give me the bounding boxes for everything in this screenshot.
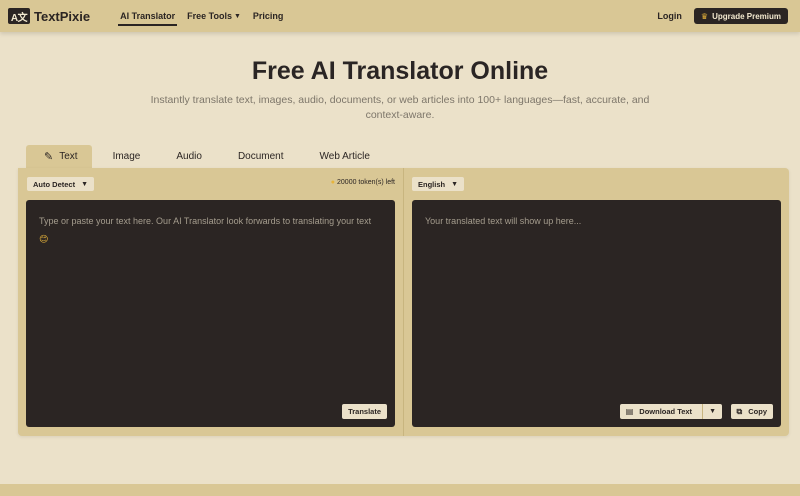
footer-band <box>0 484 800 496</box>
target-placeholder: Your translated text will show up here..… <box>425 216 582 226</box>
logo[interactable]: A文 TextPixie <box>8 8 90 24</box>
source-placeholder: Type or paste your text here. Our AI Tra… <box>39 212 383 248</box>
nav-ai-translator-label: AI Translator <box>120 11 176 21</box>
copy-button-label: Copy <box>748 407 767 416</box>
tab-image[interactable]: Image <box>98 145 156 168</box>
target-text-output[interactable]: Your translated text will show up here..… <box>412 200 781 427</box>
logo-mark-icon: A文 <box>8 8 30 24</box>
translate-button-label: Translate <box>348 407 381 416</box>
logo-text: TextPixie <box>34 8 91 24</box>
nav-free-tools-label: Free Tools <box>187 11 232 21</box>
caret-down-icon[interactable]: ▼ <box>709 408 716 415</box>
source-placeholder-text: Type or paste your text here. Our AI Tra… <box>39 216 372 226</box>
token-counter: ● 20000 token(s) left <box>331 179 395 186</box>
nav-pricing[interactable]: Pricing <box>253 0 284 32</box>
caret-down-icon: ▼ <box>451 180 459 188</box>
tab-web-article[interactable]: Web Article <box>305 145 385 168</box>
button-separator <box>702 404 704 419</box>
copy-icon: ⧉ <box>736 406 743 416</box>
download-text-button[interactable]: ▤ Download Text ▼ <box>619 404 722 419</box>
copy-button[interactable]: ⧉ Copy <box>730 404 773 419</box>
source-language-label: Auto Detect <box>33 179 76 189</box>
tab-document-label: Document <box>237 151 284 162</box>
target-language-select[interactable]: English ▼ <box>412 177 465 191</box>
pen-icon: ✎ <box>44 151 54 163</box>
download-text-label: Download Text <box>639 407 693 416</box>
tab-text-label: Text <box>59 151 78 162</box>
nav-right: Login ♛ Upgrade Premium <box>657 8 788 24</box>
translate-button[interactable]: Translate <box>342 404 387 419</box>
coin-icon: ● <box>330 179 336 186</box>
caret-down-icon: ▼ <box>233 12 241 20</box>
tab-text[interactable]: ✎ Text <box>26 145 92 168</box>
target-language-label: English <box>418 179 446 189</box>
source-text-input[interactable]: Type or paste your text here. Our AI Tra… <box>26 200 395 427</box>
translator-panel: Auto Detect ▼ ● 20000 token(s) left Type … <box>18 168 789 436</box>
mode-tabs: ✎ Text Image Audio Document Web Article <box>26 145 391 168</box>
main-nav: AI Translator Free Tools ▼ Pricing <box>118 0 295 32</box>
nav-pricing-label: Pricing <box>252 11 284 21</box>
page-title: Free AI Translator Online <box>251 57 549 85</box>
upgrade-premium-label: Upgrade Premium <box>712 11 781 21</box>
token-counter-text: 20000 token(s) left <box>337 179 395 186</box>
source-language-select[interactable]: Auto Detect ▼ <box>27 177 95 191</box>
tab-audio[interactable]: Audio <box>161 145 217 168</box>
tab-image-label: Image <box>112 151 141 162</box>
login-link[interactable]: Login <box>657 11 682 21</box>
nav-ai-translator[interactable]: AI Translator <box>118 0 178 32</box>
upgrade-premium-button[interactable]: ♛ Upgrade Premium <box>693 8 788 24</box>
smile-emoji-icon: 😊 <box>39 234 49 244</box>
document-icon: ▤ <box>625 407 634 416</box>
page-subtitle: Instantly translate text, images, audio,… <box>150 94 650 121</box>
top-navbar: A文 TextPixie AI Translator Free Tools ▼ … <box>0 0 800 32</box>
crown-icon: ♛ <box>700 11 709 21</box>
tab-web-article-label: Web Article <box>319 151 370 162</box>
caret-down-icon: ▼ <box>81 180 89 188</box>
nav-free-tools[interactable]: Free Tools ▼ <box>187 0 241 32</box>
panel-divider <box>403 168 404 436</box>
tab-document[interactable]: Document <box>223 145 299 168</box>
tab-audio-label: Audio <box>176 151 202 162</box>
